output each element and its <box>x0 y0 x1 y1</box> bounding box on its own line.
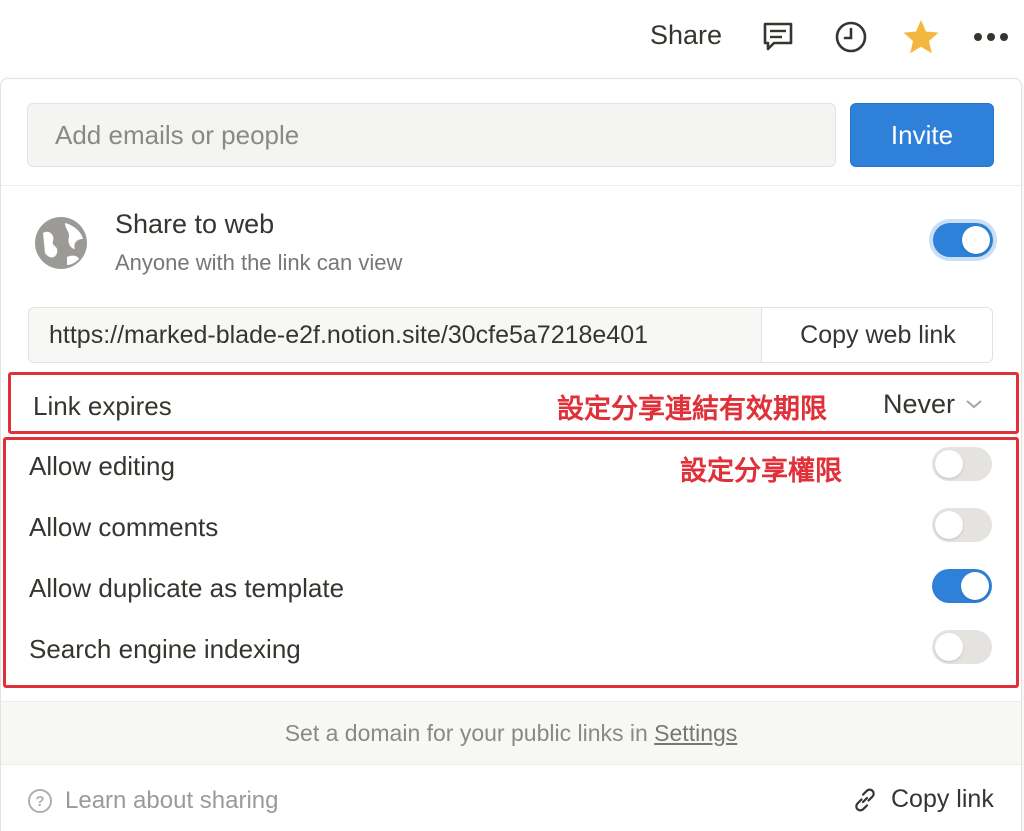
allow-editing-label: Allow editing <box>29 451 175 481</box>
share-button[interactable]: Share <box>650 20 722 51</box>
toggle-knob <box>961 572 989 600</box>
chevron-down-icon <box>965 394 983 415</box>
popover-footer: ? Learn about sharing Copy link <box>1 765 1021 831</box>
more-icon[interactable] <box>971 17 1011 57</box>
top-bar: Share <box>0 0 1024 78</box>
share-to-web-toggle[interactable] <box>933 223 993 257</box>
share-popover: Add emails or people Invite Share to web… <box>0 78 1022 831</box>
allow-duplicate-toggle[interactable] <box>932 569 992 603</box>
clock-icon[interactable] <box>831 17 871 57</box>
toggle-knob <box>935 511 963 539</box>
toggle-knob <box>935 633 963 661</box>
toggle-knob <box>962 226 990 254</box>
domain-hint-band: Set a domain for your public links in Se… <box>1 701 1021 765</box>
annotation-expires-note: 設定分享連結有效期限 <box>557 394 827 425</box>
copy-link-button[interactable]: Copy link <box>851 785 994 814</box>
invite-button[interactable]: Invite <box>850 103 994 167</box>
domain-hint-text: Set a domain for your public links in <box>284 720 648 746</box>
copy-web-link-button[interactable]: Copy web link <box>761 308 992 362</box>
allow-editing-toggle[interactable] <box>932 447 992 481</box>
help-icon[interactable]: ? <box>28 789 52 813</box>
share-to-web-row: Share to web Anyone with the link can vi… <box>1 185 1021 295</box>
globe-icon <box>35 217 87 269</box>
star-icon[interactable] <box>901 17 941 57</box>
domain-hint: Set a domain for your public links in Se… <box>1 720 1021 747</box>
search-indexing-label: Search engine indexing <box>29 634 301 664</box>
web-link-url[interactable]: https://marked-blade-e2f.notion.site/30c… <box>29 308 761 362</box>
comment-icon[interactable] <box>758 17 798 57</box>
allow-comments-toggle[interactable] <box>932 508 992 542</box>
share-to-web-subtitle: Anyone with the link can view <box>115 250 403 275</box>
toggle-knob <box>935 450 963 478</box>
link-icon <box>855 788 875 811</box>
allow-comments-label: Allow comments <box>29 512 219 542</box>
allow-duplicate-label: Allow duplicate as template <box>29 573 345 603</box>
web-link-row: https://marked-blade-e2f.notion.site/30c… <box>28 307 993 363</box>
copy-link-label: Copy link <box>891 785 994 813</box>
search-indexing-toggle[interactable] <box>932 630 992 664</box>
email-input[interactable]: Add emails or people <box>27 103 836 167</box>
link-expires-value: Never <box>883 389 956 419</box>
link-expires-select[interactable]: Never <box>883 389 983 420</box>
annotation-permissions-note: 設定分享權限 <box>680 456 842 487</box>
learn-about-sharing-link[interactable]: Learn about sharing <box>65 787 279 815</box>
share-to-web-title: Share to web <box>115 209 275 239</box>
link-expires-label: Link expires <box>33 391 172 421</box>
settings-link[interactable]: Settings <box>654 720 737 746</box>
